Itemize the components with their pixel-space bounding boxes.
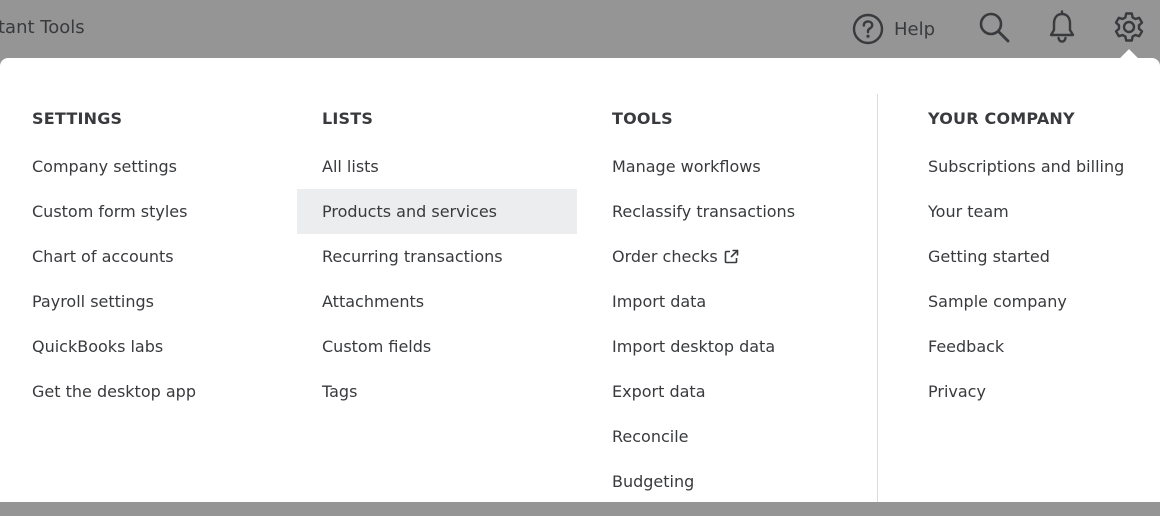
column-header-tools: TOOLS — [612, 109, 673, 128]
help-button[interactable]: Help — [852, 12, 935, 46]
column-divider — [877, 94, 878, 502]
menu-item-label: Custom fields — [322, 337, 432, 356]
menu-item-label: Products and services — [322, 202, 498, 221]
menu-item-get-desktop-app[interactable]: Get the desktop app — [32, 381, 196, 426]
menu-item-import-data[interactable]: Import data — [612, 291, 795, 336]
menu-item-sample-company[interactable]: Sample company — [928, 291, 1124, 336]
settings-button[interactable] — [1112, 12, 1146, 46]
menu-item-label: Subscriptions and billing — [928, 157, 1125, 176]
settings-dropdown-panel: SETTINGS Company settings Custom form st… — [0, 58, 1160, 502]
help-label: Help — [894, 18, 936, 40]
menu-item-label: Chart of accounts — [32, 247, 174, 266]
menu-item-label: QuickBooks labs — [32, 337, 164, 356]
menu-item-label: Recurring transactions — [322, 247, 503, 266]
search-button[interactable] — [977, 12, 1011, 46]
menu-item-manage-workflows[interactable]: Manage workflows — [612, 156, 795, 201]
settings-column: SETTINGS Company settings Custom form st… — [32, 108, 196, 426]
menu-item-label: Export data — [612, 382, 706, 401]
menu-item-chart-of-accounts[interactable]: Chart of accounts — [32, 246, 196, 291]
menu-item-label: Get the desktop app — [32, 382, 196, 401]
menu-item-tags[interactable]: Tags — [322, 381, 503, 426]
menu-item-label: Tags — [322, 382, 358, 401]
menu-item-feedback[interactable]: Feedback — [928, 336, 1124, 381]
menu-item-products-and-services[interactable]: Products and services — [297, 189, 577, 246]
menu-item-getting-started[interactable]: Getting started — [928, 246, 1124, 291]
gear-icon — [1112, 10, 1146, 48]
menu-item-reclassify-transactions[interactable]: Reclassify transactions — [612, 201, 795, 246]
menu-item-label: All lists — [322, 157, 379, 176]
menu-item-label: Privacy — [928, 382, 986, 401]
menu-item-attachments[interactable]: Attachments — [322, 291, 503, 336]
tools-column: TOOLS Manage workflows Reclassify transa… — [612, 108, 795, 516]
menu-item-reconcile[interactable]: Reconcile — [612, 426, 795, 471]
menu-item-subscriptions-and-billing[interactable]: Subscriptions and billing — [928, 156, 1124, 201]
page-title: tant Tools — [0, 17, 85, 38]
menu-item-custom-form-styles[interactable]: Custom form styles — [32, 201, 196, 246]
bell-icon — [1046, 10, 1078, 48]
menu-item-label: Your team — [928, 202, 1009, 221]
lists-column: LISTS All lists Products and services Re… — [297, 108, 577, 426]
search-icon — [977, 10, 1011, 48]
menu-item-label: Reclassify transactions — [612, 202, 796, 221]
menu-item-company-settings[interactable]: Company settings — [32, 156, 196, 201]
menu-item-payroll-settings[interactable]: Payroll settings — [32, 291, 196, 336]
menu-item-label: Sample company — [928, 292, 1067, 311]
menu-item-recurring-transactions[interactable]: Recurring transactions — [322, 246, 503, 291]
column-header-lists: LISTS — [322, 109, 374, 128]
menu-item-label: Company settings — [32, 157, 178, 176]
menu-item-order-checks[interactable]: Order checks — [612, 246, 795, 291]
menu-item-custom-fields[interactable]: Custom fields — [322, 336, 503, 381]
help-circle-icon — [852, 13, 884, 45]
menu-item-budgeting[interactable]: Budgeting — [612, 471, 795, 516]
menu-item-label: Feedback — [928, 337, 1005, 356]
menu-item-export-data[interactable]: Export data — [612, 381, 795, 426]
menu-item-import-desktop-data[interactable]: Import desktop data — [612, 336, 795, 381]
menu-item-label: Reconcile — [612, 427, 689, 446]
menu-item-label: Import desktop data — [612, 337, 776, 356]
menu-item-label: Attachments — [322, 292, 425, 311]
top-bar: tant Tools Help — [0, 0, 1160, 58]
menu-item-label: Payroll settings — [32, 292, 154, 311]
notifications-button[interactable] — [1045, 10, 1079, 48]
menu-item-label: Custom form styles — [32, 202, 188, 221]
column-header-your-company: YOUR COMPANY — [928, 109, 1075, 128]
external-link-icon — [724, 248, 739, 270]
menu-item-label: Order checks — [612, 247, 718, 266]
menu-item-label: Manage workflows — [612, 157, 761, 176]
menu-item-label: Budgeting — [612, 472, 695, 491]
menu-item-label: Getting started — [928, 247, 1050, 266]
your-company-column: YOUR COMPANY Subscriptions and billing Y… — [928, 108, 1124, 426]
column-header-settings: SETTINGS — [32, 109, 123, 128]
menu-item-label: Import data — [612, 292, 707, 311]
menu-item-quickbooks-labs[interactable]: QuickBooks labs — [32, 336, 196, 381]
menu-item-privacy[interactable]: Privacy — [928, 381, 1124, 426]
menu-item-your-team[interactable]: Your team — [928, 201, 1124, 246]
